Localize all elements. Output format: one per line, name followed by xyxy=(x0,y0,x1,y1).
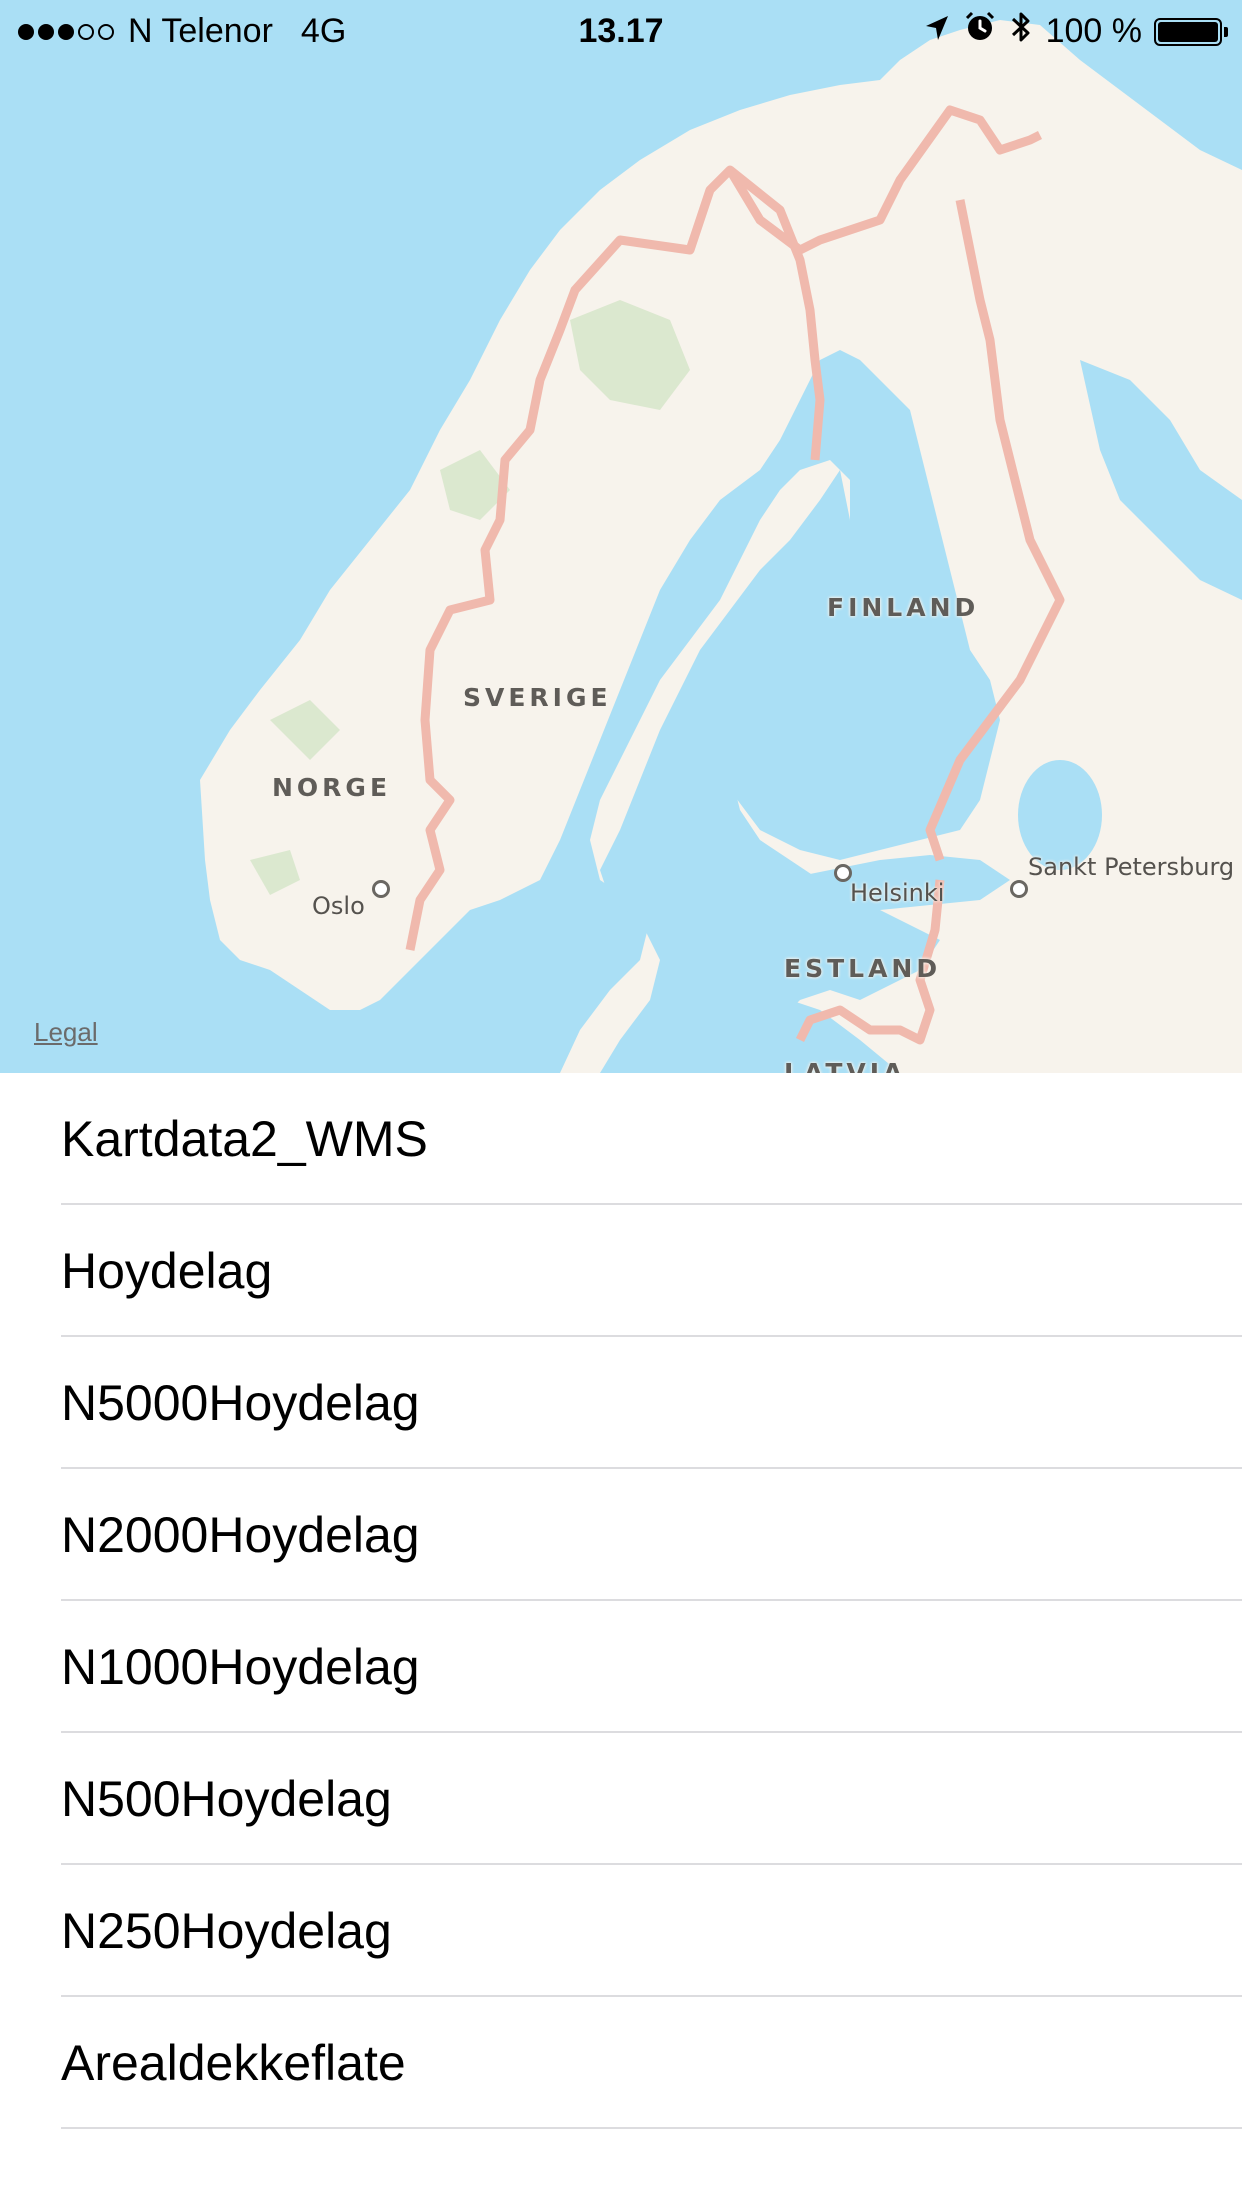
layer-row-hoydelag[interactable]: Hoydelag xyxy=(0,1205,1242,1337)
layer-row-arealdekkeflate[interactable]: Arealdekkeflate xyxy=(0,1997,1242,2129)
battery-fill xyxy=(1158,21,1218,42)
map-label-oslo: Oslo xyxy=(312,892,365,920)
map-label-sankt-petersburg: Sankt Petersburg xyxy=(1028,853,1235,881)
map-label-sverige: SVERIGE xyxy=(463,683,612,712)
layer-row-kartdata2-wms[interactable]: Kartdata2_WMS xyxy=(0,1073,1242,1205)
layer-row-n1000hoydelag[interactable]: N1000Hoydelag xyxy=(0,1601,1242,1733)
status-bar-right: 100 % xyxy=(910,10,1228,53)
layer-label: N1000Hoydelag xyxy=(61,1639,420,1695)
layer-label: Kartdata2_WMS xyxy=(61,1111,428,1167)
layer-label: Arealdekkeflate xyxy=(61,2035,406,2091)
layer-label: N250Hoydelag xyxy=(61,1903,392,1959)
city-marker-sankt-petersburg xyxy=(1010,880,1028,898)
map-label-helsinki: Helsinki xyxy=(850,879,945,907)
city-marker-oslo xyxy=(372,880,390,898)
bluetooth-icon xyxy=(1010,10,1032,53)
screen: NORGE SVERIGE FINLAND ESTLAND LATVIA Osl… xyxy=(0,0,1242,2208)
map-label-finland: FINLAND xyxy=(827,593,980,622)
map-label-norge: NORGE xyxy=(272,773,392,802)
map-label-estland: ESTLAND xyxy=(784,954,942,983)
alarm-icon xyxy=(964,11,996,52)
map-graphic xyxy=(200,20,1242,1073)
map-label-latvia: LATVIA xyxy=(784,1058,907,1073)
layer-label: N500Hoydelag xyxy=(61,1771,392,1827)
legal-link[interactable]: Legal xyxy=(34,1017,98,1048)
layer-row-n500hoydelag[interactable]: N500Hoydelag xyxy=(0,1733,1242,1865)
status-bar: N Telenor 4G 13.17 100 % xyxy=(0,0,1242,60)
battery-icon xyxy=(1154,17,1228,46)
layer-row-n250hoydelag[interactable]: N250Hoydelag xyxy=(0,1865,1242,1997)
layer-row-n2000hoydelag[interactable]: N2000Hoydelag xyxy=(0,1469,1242,1601)
layer-label: N2000Hoydelag xyxy=(61,1507,420,1563)
location-arrow-icon xyxy=(924,12,950,51)
map-view[interactable]: NORGE SVERIGE FINLAND ESTLAND LATVIA Osl… xyxy=(0,0,1242,1073)
battery-percent: 100 % xyxy=(1045,12,1142,50)
layer-row-n5000hoydelag[interactable]: N5000Hoydelag xyxy=(0,1337,1242,1469)
layer-label: Hoydelag xyxy=(61,1243,273,1299)
layer-label: N5000Hoydelag xyxy=(61,1375,420,1431)
layer-list: Kartdata2_WMS Hoydelag N5000Hoydelag N20… xyxy=(0,1073,1242,2129)
